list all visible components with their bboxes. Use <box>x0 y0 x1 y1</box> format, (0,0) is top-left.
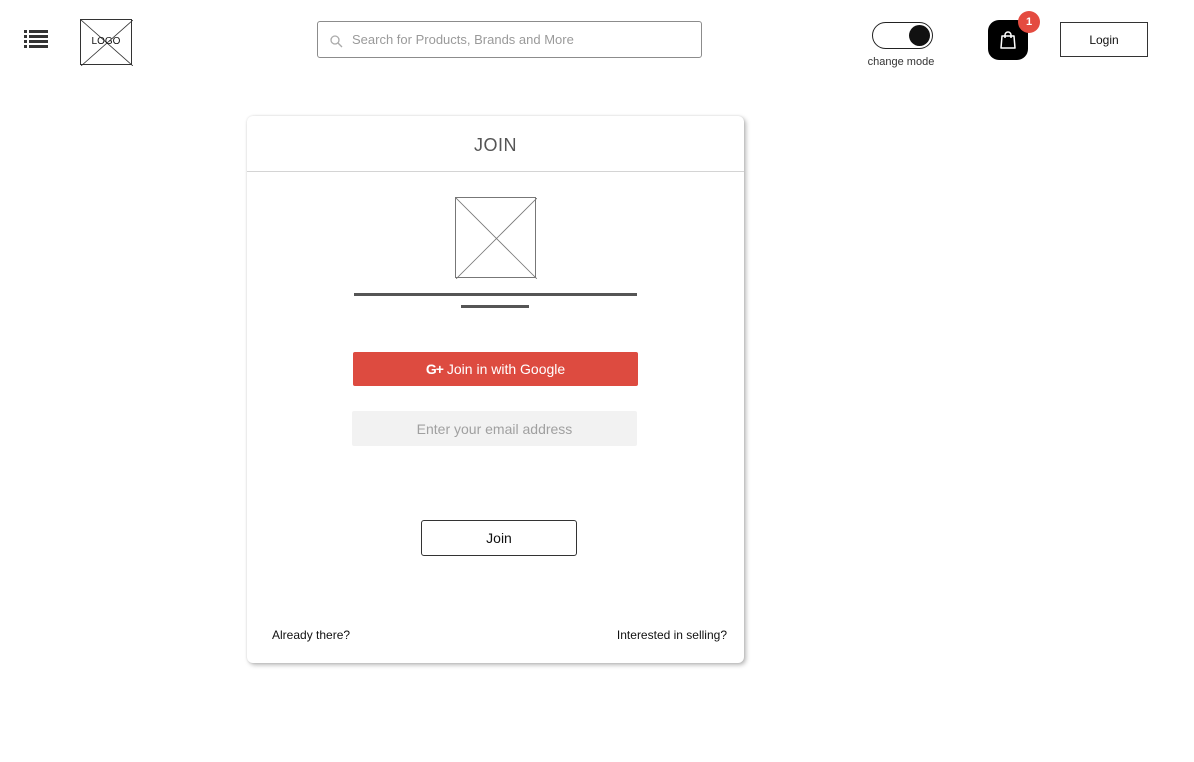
card-divider <box>247 171 744 172</box>
join-button[interactable]: Join <box>421 520 577 556</box>
search-icon <box>330 35 343 48</box>
toggle-knob <box>909 24 930 46</box>
shopping-bag-icon <box>1000 31 1016 49</box>
already-there-link[interactable]: Already there? <box>272 628 350 642</box>
cart-count-badge: 1 <box>1018 11 1040 33</box>
join-card: JOIN G+ Join in with Google Join Already… <box>247 116 744 663</box>
logo[interactable]: LOGO <box>80 19 133 66</box>
image-placeholder-icon <box>456 198 537 279</box>
mode-toggle[interactable] <box>872 22 933 49</box>
google-plus-icon: G+ <box>425 361 444 377</box>
mode-toggle-label: change mode <box>867 56 935 68</box>
search-bar[interactable] <box>317 21 702 58</box>
list-menu-icon[interactable] <box>24 29 48 49</box>
google-join-label: Join in with Google <box>446 361 566 377</box>
google-join-button[interactable]: G+ Join in with Google <box>353 352 638 386</box>
interested-in-selling-link[interactable]: Interested in selling? <box>617 628 727 642</box>
text-placeholder-line <box>354 293 637 296</box>
avatar-placeholder <box>455 197 537 279</box>
login-button[interactable]: Login <box>1060 22 1148 57</box>
logo-text: LOGO <box>91 36 121 47</box>
search-input[interactable] <box>352 22 692 57</box>
card-title: JOIN <box>473 135 517 155</box>
text-placeholder-line-short <box>461 305 529 308</box>
email-field[interactable] <box>352 411 637 446</box>
